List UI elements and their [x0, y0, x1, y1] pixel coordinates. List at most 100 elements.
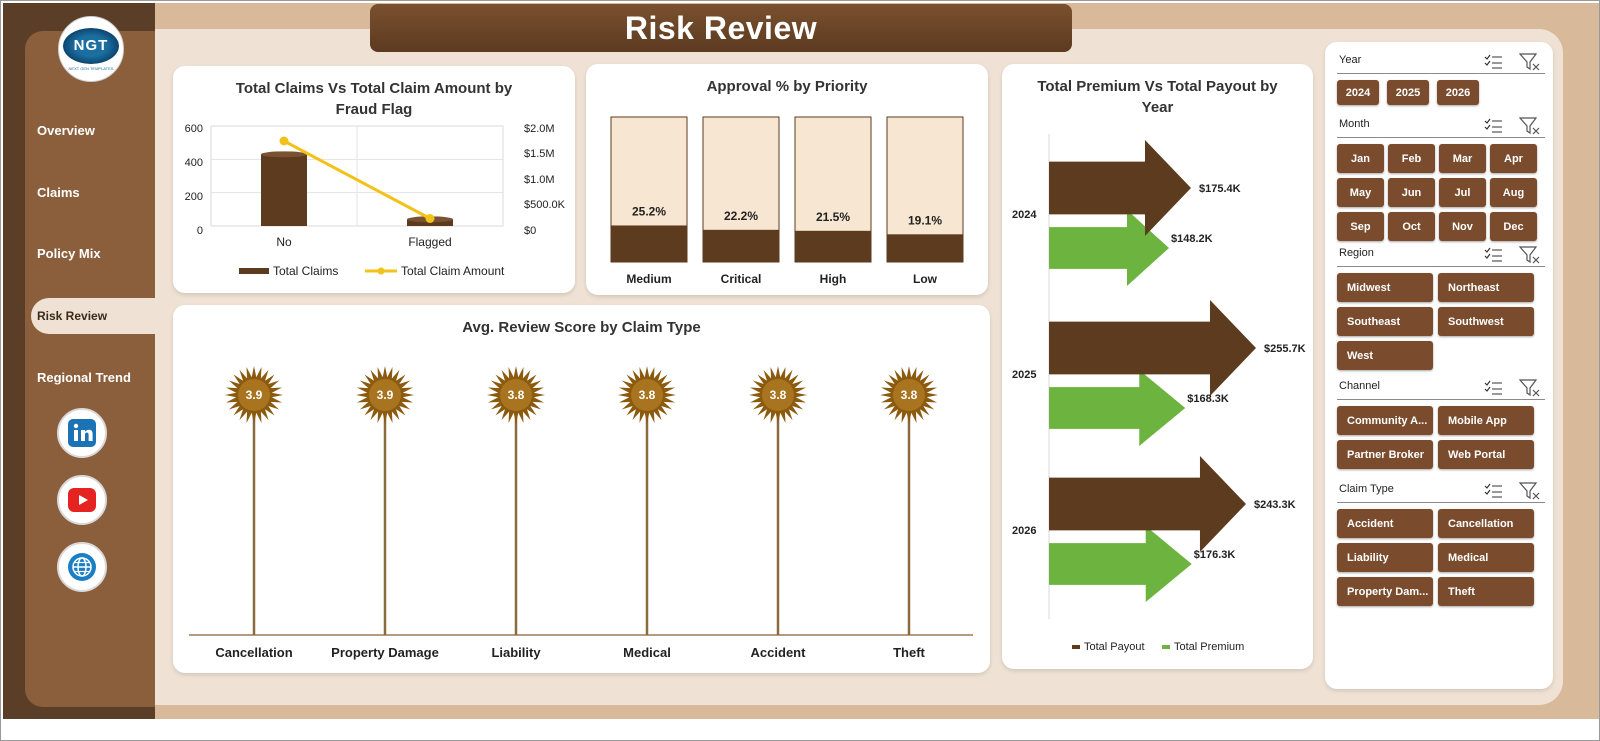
slicer-panel: Year 2024 2025 2026 Month Jan Feb Mar Apr May Jun J…	[1325, 42, 1553, 689]
slicer-item-region[interactable]: Midwest	[1337, 273, 1433, 302]
slicer-header-year: Year	[1339, 54, 1362, 66]
clear-filter-icon[interactable]	[1518, 117, 1540, 135]
legend-label: Total Claim Amount	[401, 264, 505, 278]
data-label-premium: $168.3K	[1187, 393, 1229, 405]
slicer-item-claim-type[interactable]: Cancellation	[1438, 509, 1534, 538]
legend-swatch	[1072, 645, 1080, 649]
slicer-item-month[interactable]: Apr	[1490, 144, 1537, 173]
approval-priority-card: Approval % by Priority 25.2% Medium 22.2% C…	[586, 64, 988, 295]
nav-claims[interactable]: Claims	[37, 185, 80, 200]
data-label-payout: $255.7K	[1264, 343, 1306, 355]
premium-vs-payout-plot: $175.4K $148.2K 2024 $255.7K $168.3K 2025 $243…	[1012, 134, 1306, 619]
dashboard-frame: NGT NEXT GEN TEMPLATES Overview Claims P…	[0, 0, 1600, 741]
legend-swatch	[365, 267, 397, 275]
nav-regional-trend[interactable]: Regional Trend	[37, 370, 131, 385]
x-tick-label: Flagged	[408, 235, 451, 249]
slicer-item-year[interactable]: 2024	[1337, 80, 1379, 105]
globe-icon[interactable]	[57, 542, 107, 592]
slicer-item-month[interactable]: Aug	[1490, 178, 1537, 207]
x-tick-label: Critical	[721, 272, 762, 286]
review-score-card: Avg. Review Score by Claim Type 3.9 Cance…	[173, 305, 990, 673]
slicer-item-month[interactable]: Sep	[1337, 212, 1384, 241]
slicer-header-region: Region	[1339, 247, 1374, 259]
bar-approval	[703, 229, 779, 262]
bar-approval	[611, 225, 687, 262]
clear-filter-icon[interactable]	[1518, 53, 1540, 71]
x-tick-label: Low	[913, 272, 938, 286]
slicer-item-year[interactable]: 2026	[1437, 80, 1479, 105]
x-tick-label: Accident	[751, 645, 807, 660]
linkedin-icon[interactable]	[57, 408, 107, 458]
nav-overview[interactable]: Overview	[37, 123, 95, 138]
data-label: 19.1%	[908, 213, 942, 227]
slicer-item-month[interactable]: Dec	[1490, 212, 1537, 241]
slicer-item-claim-type[interactable]: Theft	[1438, 577, 1534, 606]
slicer-item-month[interactable]: Jan	[1337, 144, 1384, 173]
slicer-divider	[1337, 137, 1545, 138]
slicer-item-month[interactable]: Nov	[1439, 212, 1486, 241]
premium-vs-payout-card: Total Premium Vs Total Payout by Year $1…	[1002, 64, 1313, 669]
slicer-item-month[interactable]: Mar	[1439, 144, 1486, 173]
data-label-premium: $148.2K	[1171, 233, 1213, 245]
slicer-header-month: Month	[1339, 118, 1370, 130]
slicer-item-month[interactable]: Jun	[1388, 178, 1435, 207]
data-label: 21.5%	[816, 210, 850, 224]
slicer-item-channel[interactable]: Partner Broker	[1337, 440, 1433, 469]
slicer-item-claim-type[interactable]: Property Dam...	[1337, 577, 1433, 606]
multi-select-icon[interactable]	[1483, 117, 1503, 135]
claims-vs-amount-card: Total Claims Vs Total Claim Amount by Fr…	[173, 66, 575, 293]
slicer-item-region[interactable]: Southwest	[1438, 307, 1534, 336]
legend-label: Total Premium	[1174, 641, 1245, 653]
data-label: 22.2%	[724, 209, 758, 223]
review-score-plot: 3.9 Cancellation 3.9 Property Damage 3.8 Liab…	[189, 366, 973, 660]
clear-filter-icon[interactable]	[1518, 379, 1540, 397]
data-label: 3.9	[246, 388, 263, 402]
x-tick-label: Theft	[893, 645, 925, 660]
legend-swatch	[239, 268, 269, 274]
x-tick-label: No	[276, 235, 292, 249]
nav-policy-mix[interactable]: Policy Mix	[37, 246, 101, 261]
nav-risk-review[interactable]: Risk Review	[31, 298, 155, 334]
slicer-item-month[interactable]: Feb	[1388, 144, 1435, 173]
nav-risk-review-label: Risk Review	[37, 309, 108, 323]
arrow-total-payout	[1049, 140, 1191, 236]
bar-cap	[261, 151, 307, 158]
slicer-item-month[interactable]: May	[1337, 178, 1384, 207]
point-total-claim-amount	[425, 214, 435, 223]
x-tick-label: Medium	[626, 272, 671, 286]
multi-select-icon[interactable]	[1483, 379, 1503, 397]
data-label: 3.8	[770, 388, 787, 402]
arrow-total-premium	[1049, 370, 1186, 446]
slicer-item-channel[interactable]: Web Portal	[1438, 440, 1534, 469]
slicer-header-channel: Channel	[1339, 380, 1380, 392]
slicer-item-region[interactable]: Northeast	[1438, 273, 1534, 302]
approval-priority-plot: 25.2% Medium 22.2% Critical 21.5% High 19.1% Lo…	[610, 116, 964, 286]
bar-approval	[795, 230, 871, 262]
slicer-item-year[interactable]: 2025	[1387, 80, 1429, 105]
slicer-divider	[1337, 502, 1545, 503]
slicer-item-region[interactable]: West	[1337, 341, 1433, 370]
legend-total-payout: Total Payout	[1072, 641, 1145, 653]
slicer-item-claim-type[interactable]: Accident	[1337, 509, 1433, 538]
slicer-item-region[interactable]: Southeast	[1337, 307, 1433, 336]
data-label-premium: $176.3K	[1194, 549, 1236, 561]
clear-filter-icon[interactable]	[1518, 246, 1540, 264]
multi-select-icon[interactable]	[1483, 246, 1503, 264]
slicer-item-month[interactable]: Jul	[1439, 178, 1486, 207]
slicer-item-claim-type[interactable]: Medical	[1438, 543, 1534, 572]
y-tick-label: 2026	[1012, 525, 1036, 537]
data-label-payout: $243.3K	[1254, 499, 1296, 511]
slicer-item-month[interactable]: Oct	[1388, 212, 1435, 241]
legend-label: Total Payout	[1084, 641, 1145, 653]
youtube-icon[interactable]	[57, 475, 107, 525]
slicer-item-claim-type[interactable]: Liability	[1337, 543, 1433, 572]
logo: NGT NEXT GEN TEMPLATES	[58, 16, 124, 82]
slicer-item-channel[interactable]: Community A...	[1337, 406, 1433, 435]
x-tick-label: Medical	[623, 645, 671, 660]
legend-total-premium: Total Premium	[1162, 641, 1244, 653]
slicer-item-channel[interactable]: Mobile App	[1438, 406, 1534, 435]
multi-select-icon[interactable]	[1483, 53, 1503, 71]
multi-select-icon[interactable]	[1483, 482, 1503, 500]
data-label: 3.9	[377, 388, 394, 402]
clear-filter-icon[interactable]	[1518, 482, 1540, 500]
